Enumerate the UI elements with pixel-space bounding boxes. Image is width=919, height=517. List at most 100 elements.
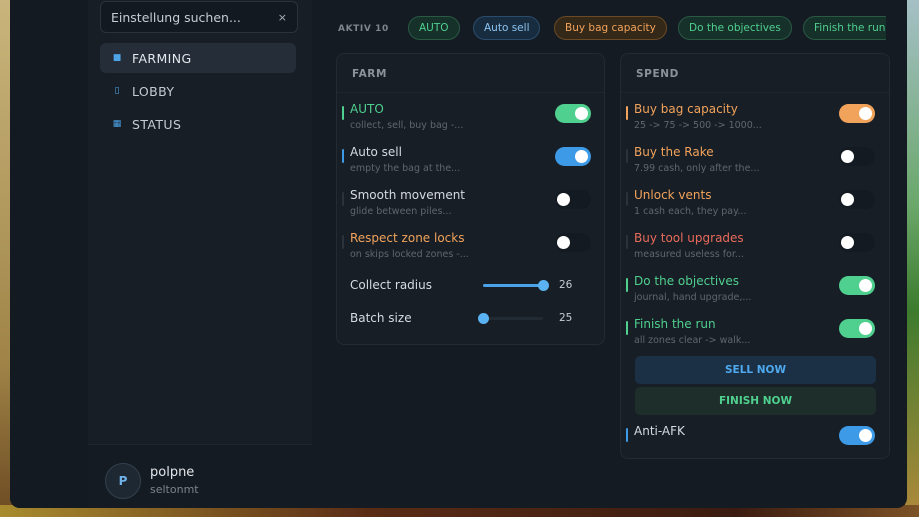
profile-name: polpne — [150, 465, 195, 480]
row-title: Buy tool upgrades — [634, 231, 744, 245]
row-indicator — [342, 235, 344, 249]
row-title: Anti-AFK — [634, 424, 685, 438]
toggle-knob — [859, 322, 872, 335]
sidebar-item-label: FARMING — [132, 50, 192, 66]
chip-finish-the-run[interactable]: Finish the run — [803, 16, 886, 40]
row-description: 25 -> 75 -> 500 -> 1000... — [634, 120, 762, 131]
spend-panel: SPEND Buy bag capacity 25 -> 75 -> 500 -… — [620, 53, 890, 459]
search-box[interactable]: Einstellung suchen... × — [100, 1, 298, 33]
row-title: Unlock vents — [634, 188, 712, 202]
row-title: Buy bag capacity — [634, 102, 738, 116]
slider-label: Collect radius — [350, 278, 432, 292]
batch-size-row: Batch size 25 — [337, 309, 604, 329]
batch-size-slider[interactable] — [478, 313, 543, 324]
row-description: all zones clear -> walk... — [634, 335, 751, 346]
toggle-knob — [859, 429, 872, 442]
spend-row-do-the-objectives: Do the objectives journal, hand upgrade,… — [621, 274, 889, 310]
toggle-knob — [575, 107, 588, 120]
profile-subtitle: seltonmt — [150, 483, 199, 496]
panel-divider — [621, 92, 889, 93]
farm-row-respect-zone-locks: Respect zone locks on skips locked zones… — [337, 231, 604, 267]
auto-toggle[interactable] — [555, 104, 591, 123]
buy-the-rake-toggle[interactable] — [839, 147, 875, 166]
row-title: Finish the run — [634, 317, 716, 331]
active-features-bar: AKTIV 10 AUTO Auto sell Buy bag capacity… — [326, 14, 886, 44]
row-title: Buy the Rake — [634, 145, 714, 159]
chip-buy-bag-capacity[interactable]: Buy bag capacity — [554, 16, 667, 40]
smooth-movement-toggle[interactable] — [555, 190, 591, 209]
search-input[interactable]: Einstellung suchen... — [111, 10, 278, 25]
sidebar: Einstellung suchen... × ■ FARMING ▯ LOBB… — [88, 0, 312, 508]
slider-label: Batch size — [350, 311, 412, 325]
row-indicator — [342, 149, 344, 163]
respect-zone-locks-toggle[interactable] — [555, 233, 591, 252]
avatar: P — [105, 463, 141, 499]
slider-fill — [483, 284, 543, 287]
collect-radius-row: Collect radius 26 — [337, 276, 604, 296]
auto-sell-toggle[interactable] — [555, 147, 591, 166]
spend-row-unlock-vents: Unlock vents 1 cash each, they pay... — [621, 188, 889, 224]
sidebar-item-lobby[interactable]: ▯ LOBBY — [100, 76, 296, 106]
toggle-knob — [859, 107, 872, 120]
unlock-vents-toggle[interactable] — [839, 190, 875, 209]
row-indicator — [626, 235, 628, 249]
spend-row-finish-the-run: Finish the run all zones clear -> walk..… — [621, 317, 889, 353]
row-indicator — [626, 321, 628, 335]
profile-card: P polpne seltonmt — [88, 444, 312, 508]
chip-do-the-objectives[interactable]: Do the objectives — [678, 16, 792, 40]
sidebar-item-status[interactable]: ▦ STATUS — [100, 109, 296, 139]
clear-search-icon[interactable]: × — [278, 11, 287, 24]
row-indicator — [626, 278, 628, 292]
row-description: collect, sell, buy bag -... — [350, 120, 464, 131]
toggle-knob — [841, 150, 854, 163]
row-indicator — [626, 192, 628, 206]
sidebar-item-farming[interactable]: ■ FARMING — [100, 43, 296, 73]
toggle-knob — [859, 279, 872, 292]
buy-tool-upgrades-toggle[interactable] — [839, 233, 875, 252]
row-title: Do the objectives — [634, 274, 739, 288]
row-indicator — [626, 106, 628, 120]
slider-thumb[interactable] — [478, 313, 489, 324]
chip-auto[interactable]: AUTO — [408, 16, 460, 40]
row-description: journal, hand upgrade,... — [634, 292, 752, 303]
spend-panel-title: SPEND — [636, 68, 679, 80]
sidebar-item-label: STATUS — [132, 116, 182, 132]
slider-thumb[interactable] — [538, 280, 549, 291]
status-icon: ▦ — [112, 119, 122, 129]
do-the-objectives-toggle[interactable] — [839, 276, 875, 295]
settings-window: Einstellung suchen... × ■ FARMING ▯ LOBB… — [10, 0, 907, 508]
sell-now-button[interactable]: SELL NOW — [635, 356, 876, 384]
spend-row-buy-tool-upgrades: Buy tool upgrades measured useless for..… — [621, 231, 889, 267]
row-description: empty the bag at the... — [350, 163, 461, 174]
toggle-knob — [841, 236, 854, 249]
window-gutter — [10, 0, 88, 508]
toggle-knob — [557, 193, 570, 206]
panel-divider — [337, 92, 604, 93]
collect-radius-slider[interactable] — [483, 280, 549, 291]
farm-row-auto: AUTO collect, sell, buy bag -... — [337, 102, 604, 138]
row-title: Smooth movement — [350, 188, 466, 202]
row-title: AUTO — [350, 102, 384, 116]
buy-bag-capacity-toggle[interactable] — [839, 104, 875, 123]
row-indicator — [626, 149, 628, 163]
finish-now-button[interactable]: FINISH NOW — [635, 387, 876, 415]
row-description: 7.99 cash, only after the... — [634, 163, 760, 174]
spend-row-buy-the-rake: Buy the Rake 7.99 cash, only after the..… — [621, 145, 889, 181]
row-title: Auto sell — [350, 145, 402, 159]
anti-afk-toggle[interactable] — [839, 426, 875, 445]
row-description: glide between piles... — [350, 206, 452, 217]
row-description: on skips locked zones -... — [350, 249, 469, 260]
row-indicator — [342, 106, 344, 120]
farm-row-auto-sell: Auto sell empty the bag at the... — [337, 145, 604, 181]
row-indicator — [626, 428, 628, 442]
chip-auto-sell[interactable]: Auto sell — [473, 16, 541, 40]
toggle-knob — [841, 193, 854, 206]
farm-panel-title: FARM — [352, 68, 388, 80]
finish-the-run-toggle[interactable] — [839, 319, 875, 338]
spend-row-buy-bag-capacity: Buy bag capacity 25 -> 75 -> 500 -> 1000… — [621, 102, 889, 138]
spend-row-anti-afk: Anti-AFK — [621, 424, 889, 460]
row-description: measured useless for... — [634, 249, 744, 260]
slider-value: 25 — [559, 312, 573, 324]
row-title: Respect zone locks — [350, 231, 465, 245]
toggle-knob — [557, 236, 570, 249]
